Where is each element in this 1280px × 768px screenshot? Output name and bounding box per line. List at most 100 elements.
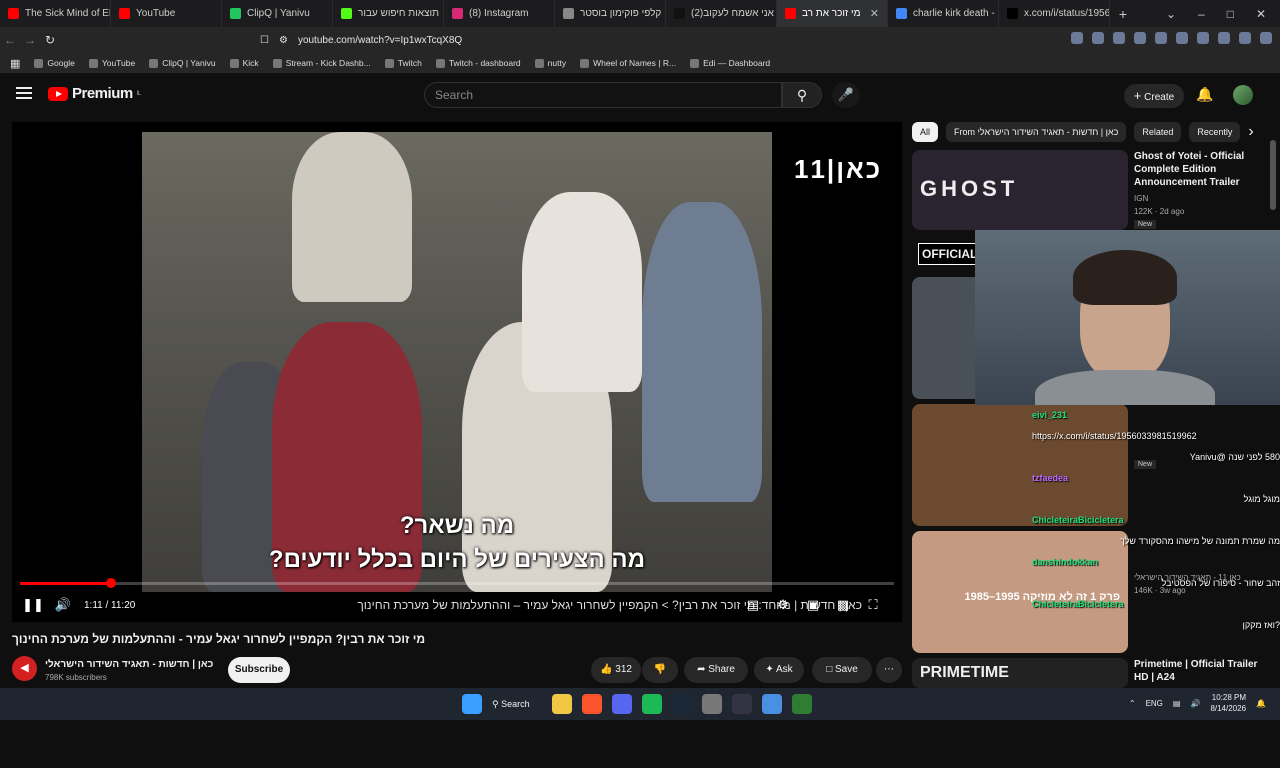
bookmark-favicon-icon bbox=[534, 58, 544, 68]
chevron-up-icon[interactable]: ⌃ bbox=[1129, 699, 1136, 708]
extension-icon[interactable] bbox=[1197, 32, 1209, 44]
bookmark-item[interactable]: Twitch bbox=[384, 58, 422, 68]
app-icon[interactable] bbox=[792, 694, 812, 714]
browser-tab[interactable]: (8) Instagram bbox=[444, 0, 555, 27]
filter-chip[interactable]: Related bbox=[1134, 122, 1182, 142]
search-input[interactable]: Search bbox=[424, 82, 782, 108]
bookmark-item[interactable]: Edi — Dashboard bbox=[690, 58, 770, 68]
extension-icon[interactable] bbox=[1071, 32, 1083, 44]
close-icon[interactable]: ✕ bbox=[870, 7, 879, 20]
extension-icon[interactable] bbox=[1176, 32, 1188, 44]
bookmark-item[interactable]: Google bbox=[34, 58, 75, 68]
forward-icon[interactable]: → bbox=[20, 33, 40, 47]
brave-browser-icon[interactable] bbox=[582, 694, 602, 714]
bookmark-icon[interactable]: ☐ bbox=[260, 35, 269, 46]
browser-tab[interactable]: YouTube bbox=[111, 0, 222, 27]
bookmark-item[interactable]: Stream - Kick Dashb... bbox=[272, 58, 371, 68]
filter-chip[interactable]: All bbox=[912, 122, 939, 142]
chevron-right-icon[interactable]: › bbox=[1248, 123, 1253, 141]
minimize-icon[interactable]: – bbox=[1198, 7, 1205, 21]
chat-message: eivi_231 bbox=[1032, 410, 1068, 420]
notifications-icon[interactable]: 🔔 bbox=[1196, 86, 1213, 103]
like-button[interactable]: 👍 312 bbox=[591, 657, 641, 683]
subscribe-button[interactable]: Subscribe bbox=[228, 657, 290, 683]
chevron-down-icon[interactable]: ⌄ bbox=[1166, 7, 1176, 21]
monitor-icon[interactable]: ▤ bbox=[1173, 699, 1181, 708]
language-indicator[interactable]: ENG bbox=[1146, 699, 1163, 708]
close-icon[interactable]: ✕ bbox=[1256, 7, 1266, 21]
channel-avatar[interactable]: ◀ bbox=[12, 656, 37, 681]
search-icon[interactable]: ⚲ bbox=[782, 82, 822, 108]
microphone-icon[interactable]: 🎤 bbox=[832, 82, 860, 108]
apps-grid-icon[interactable]: ▦ bbox=[10, 57, 20, 70]
channel-name[interactable]: כאן | חדשות - תאגיד השידור הישראלי bbox=[45, 659, 213, 670]
cast-icon[interactable]: ▩ bbox=[828, 597, 858, 613]
recommendation-title[interactable]: Ghost of Yotei - Official Complete Editi… bbox=[1134, 150, 1258, 189]
app-icon[interactable] bbox=[762, 694, 782, 714]
notification-icon[interactable]: 🔔 bbox=[1256, 699, 1266, 708]
extension-icon[interactable] bbox=[1239, 32, 1251, 44]
browser-tab[interactable]: The Sick Mind of EDP bbox=[0, 0, 111, 27]
create-button[interactable]: + Create bbox=[1124, 84, 1184, 108]
maximize-icon[interactable]: □ bbox=[1227, 7, 1234, 21]
volume-icon[interactable]: 🔊 bbox=[48, 597, 78, 613]
video-thumbnail[interactable]: GHOST bbox=[912, 150, 1128, 230]
browser-tab[interactable]: מי זוכר את רב ✕ bbox=[777, 0, 888, 27]
steam-icon[interactable] bbox=[672, 694, 692, 714]
scrollbar[interactable] bbox=[1270, 140, 1276, 210]
bookmark-item[interactable]: YouTube bbox=[88, 58, 135, 68]
ask-button[interactable]: ✦ Ask bbox=[754, 657, 804, 683]
menu-icon[interactable] bbox=[16, 87, 32, 99]
browser-tab[interactable]: תוצאות חיפוש עבור bbox=[333, 0, 444, 27]
extension-icon[interactable] bbox=[1134, 32, 1146, 44]
miniplayer-icon[interactable]: ▣ bbox=[798, 597, 828, 613]
bookmark-item[interactable]: nutty bbox=[534, 58, 566, 68]
avatar[interactable] bbox=[1233, 85, 1253, 105]
captions-icon[interactable]: ▤ bbox=[738, 597, 768, 613]
menu-icon[interactable] bbox=[1260, 32, 1272, 44]
recommendation-channel[interactable]: IGN bbox=[1134, 194, 1148, 203]
spotify-icon[interactable] bbox=[642, 694, 662, 714]
url-field[interactable]: ☐ ⚙ youtube.com/watch?v=Ip1wxTcqX8Q bbox=[252, 30, 972, 50]
progress-bar[interactable] bbox=[20, 578, 894, 588]
progress-scrubber[interactable] bbox=[105, 578, 116, 588]
filter-chip[interactable]: From כאן | חדשות - תאגיד השידור הישראלי bbox=[946, 122, 1127, 142]
file-explorer-icon[interactable] bbox=[552, 694, 572, 714]
reload-icon[interactable]: ↻ bbox=[40, 33, 60, 47]
more-icon[interactable]: ⋯ bbox=[876, 657, 902, 683]
extension-icon[interactable] bbox=[1155, 32, 1167, 44]
filter-chip[interactable]: Recently bbox=[1189, 122, 1241, 142]
bookmark-item[interactable]: Wheel of Names | R... bbox=[580, 58, 676, 68]
fullscreen-icon[interactable]: ⛶ bbox=[858, 597, 888, 613]
browser-tab[interactable]: ClipQ | Yanivu bbox=[222, 0, 333, 27]
video-player[interactable]: כאן|11 מה נשאר? מה הצעירים של היום בכלל … bbox=[12, 122, 902, 622]
start-icon[interactable] bbox=[462, 694, 482, 714]
share-button[interactable]: ➦ Share bbox=[684, 657, 748, 683]
extension-icon[interactable] bbox=[1218, 32, 1230, 44]
browser-tab[interactable]: קלפי פוקימון בוסטר bbox=[555, 0, 666, 27]
app-icon[interactable] bbox=[702, 694, 722, 714]
app-icon[interactable] bbox=[732, 694, 752, 714]
recommendation-title[interactable]: Primetime | Official Trailer HD | A24 bbox=[1134, 658, 1258, 684]
save-button[interactable]: □ Save bbox=[812, 657, 872, 683]
back-icon[interactable]: ← bbox=[0, 33, 20, 47]
browser-tab[interactable]: (2)אני אשמח לעקוב bbox=[666, 0, 777, 27]
browser-tab[interactable]: charlie kirk death - Go bbox=[888, 0, 999, 27]
settings-icon[interactable]: ⚙ bbox=[768, 597, 798, 613]
discord-icon[interactable] bbox=[612, 694, 632, 714]
video-thumbnail[interactable]: PRIMETIME bbox=[912, 658, 1128, 688]
browser-tab[interactable]: x.com/i/status/195603 bbox=[999, 0, 1110, 27]
new-tab-button[interactable]: + bbox=[1110, 6, 1136, 22]
dislike-button[interactable]: 👎 bbox=[642, 657, 678, 683]
youtube-logo[interactable]: Premium IL bbox=[48, 85, 141, 102]
volume-icon[interactable]: 🔊 bbox=[1190, 699, 1200, 708]
pause-icon[interactable]: ❚❚ bbox=[18, 597, 48, 613]
site-info-icon[interactable]: ⚙ bbox=[279, 35, 288, 46]
taskbar-search[interactable]: ⚲ Search bbox=[492, 699, 542, 710]
extension-icon[interactable] bbox=[1092, 32, 1104, 44]
clock[interactable]: 10:28 PM 8/14/2026 bbox=[1210, 692, 1246, 714]
extension-icon[interactable] bbox=[1113, 32, 1125, 44]
bookmark-item[interactable]: Twitch - dashboard bbox=[435, 58, 521, 68]
bookmark-item[interactable]: ClipQ | Yanivu bbox=[149, 58, 216, 68]
bookmark-item[interactable]: Kick bbox=[229, 58, 259, 68]
